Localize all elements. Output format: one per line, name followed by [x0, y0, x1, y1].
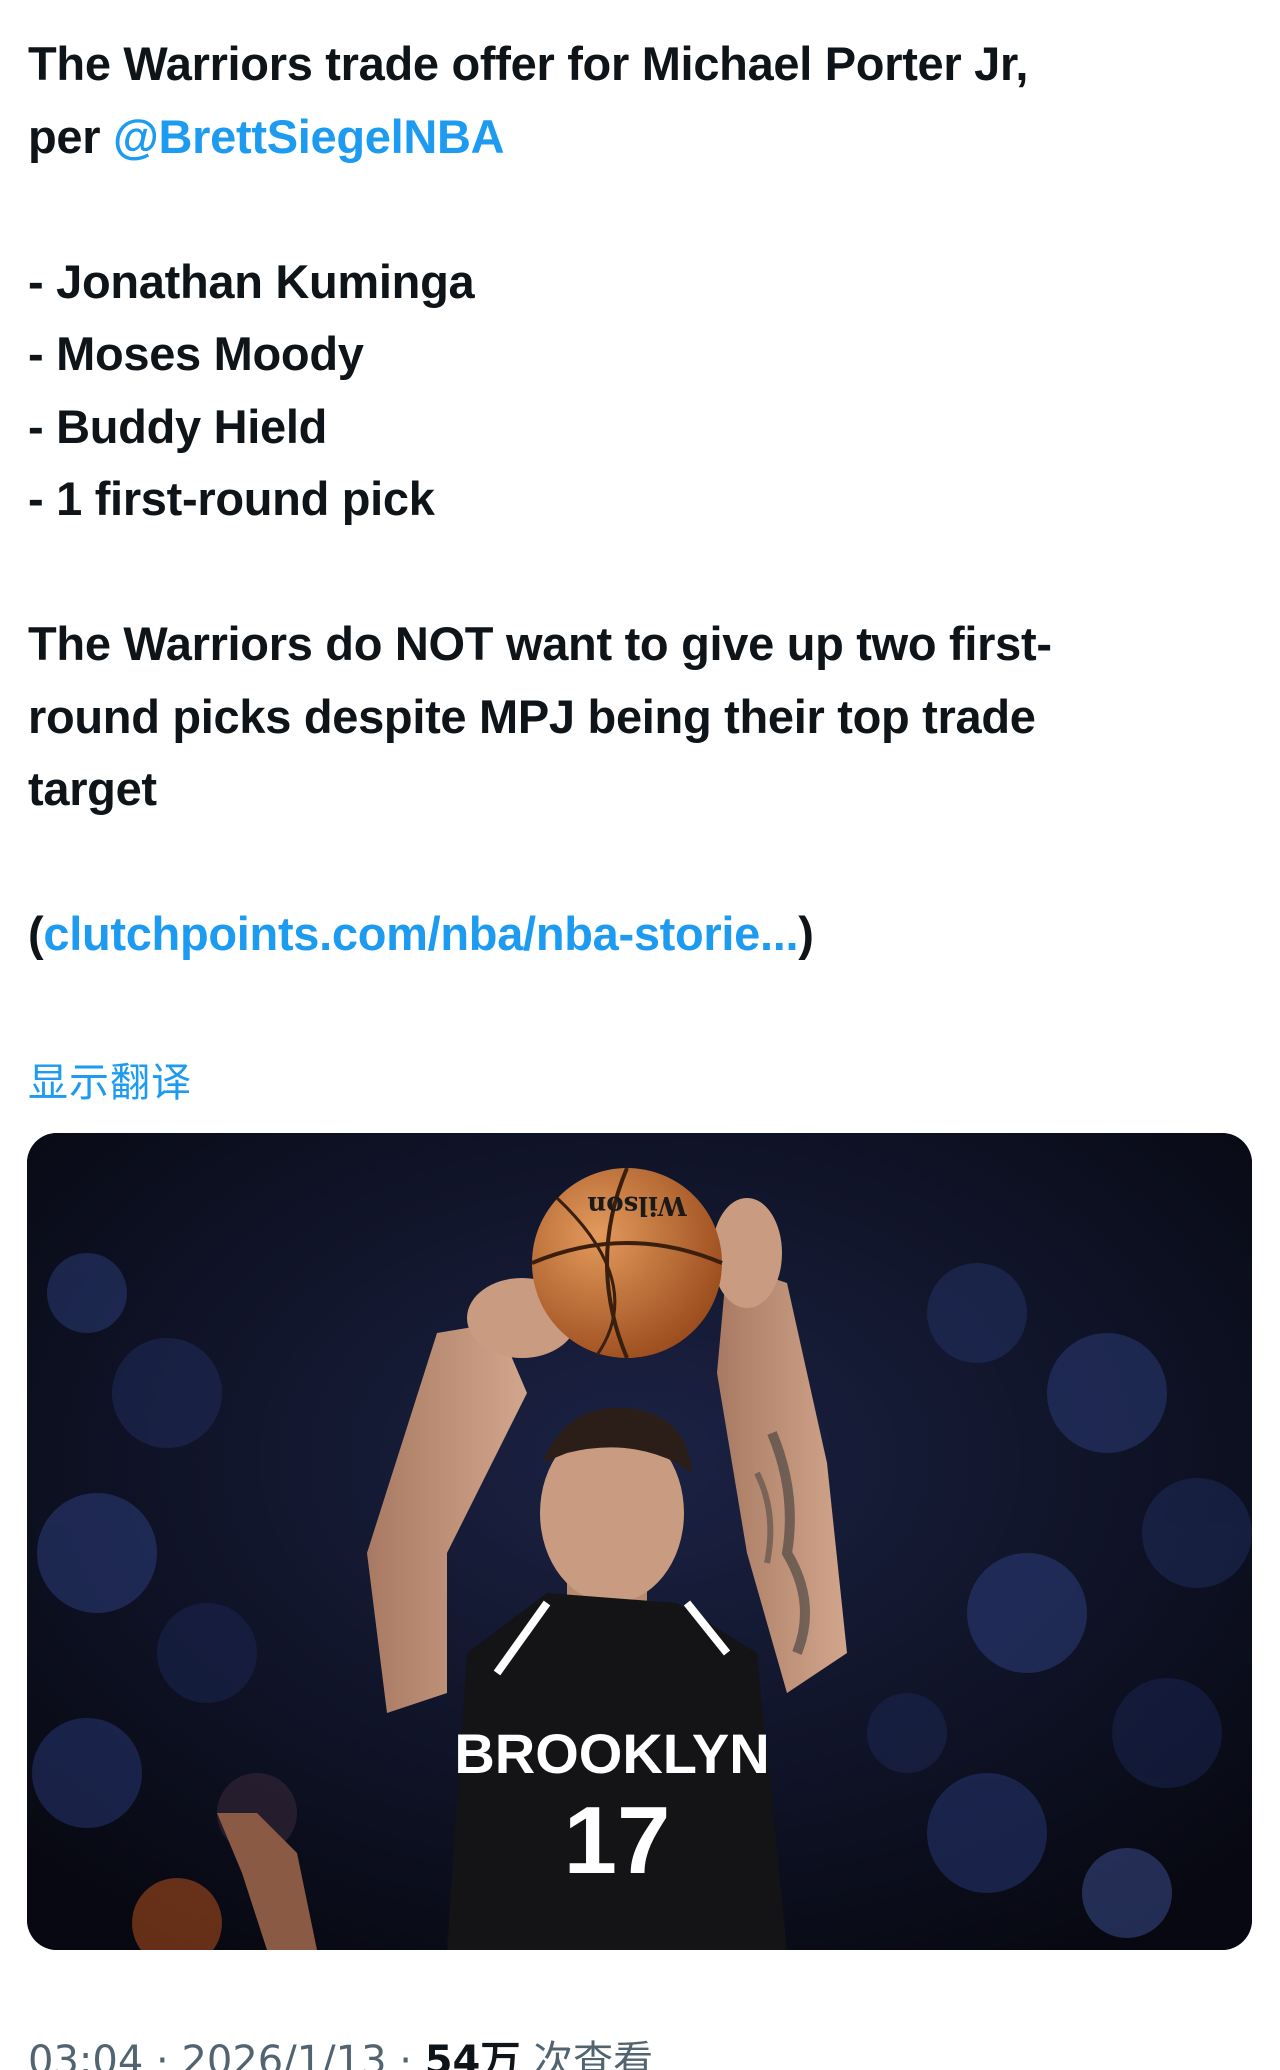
mention-link[interactable]: @BrettSiegelNBA — [113, 110, 505, 163]
meta-separator: · — [386, 2038, 425, 2070]
paragraph-line: The Warriors do NOT want to give up two … — [28, 617, 1052, 670]
ball-brand-text: Wilson — [587, 1190, 687, 1220]
link-open-paren: ( — [28, 907, 44, 960]
tweet-line-2: per @BrettSiegelNBA — [28, 101, 1252, 174]
tweet-meta: 03:04 · 2026/1/13 · 54万 次查看 — [28, 2028, 653, 2070]
meta-separator: · — [143, 2038, 182, 2070]
tweet-photo[interactable]: BROOKLYN 17 Wilson — [27, 1133, 1252, 1950]
tweet-body: The Warriors trade offer for Michael Por… — [28, 28, 1252, 971]
jersey-team-text: BROOKLYN — [454, 1722, 769, 1785]
list-item: - 1 first-round pick — [28, 472, 435, 525]
tweet-line-1: The Warriors trade offer for Michael Por… — [28, 37, 1029, 90]
view-count: 54万 — [424, 2038, 521, 2070]
list-item: - Moses Moody — [28, 327, 364, 380]
paragraph-line: target — [28, 762, 157, 815]
basketball-player-photo: BROOKLYN 17 Wilson — [27, 1133, 1252, 1950]
link-line: (clutchpoints.com/nba/nba-storie...) — [28, 898, 1252, 971]
article-link[interactable]: clutchpoints.com/nba/nba-storie... — [43, 907, 798, 960]
list-item: - Jonathan Kuminga — [28, 254, 475, 308]
tweet-time: 03:04 — [28, 2038, 144, 2070]
tweet-date: 2026/1/13 — [181, 2038, 387, 2070]
paragraph-line: round picks despite MPJ being their top … — [28, 689, 1036, 743]
list-item: - Buddy Hield — [28, 399, 327, 453]
show-translation-link[interactable]: 显示翻译 — [28, 1050, 192, 1108]
link-close-paren: ) — [798, 907, 814, 960]
tweet-line-2-prefix: per — [28, 109, 113, 163]
tweet-text: The Warriors trade offer for Michael Por… — [28, 28, 1252, 971]
view-count-label: 次查看 — [520, 2038, 654, 2070]
jersey-number-text: 17 — [564, 1787, 671, 1894]
